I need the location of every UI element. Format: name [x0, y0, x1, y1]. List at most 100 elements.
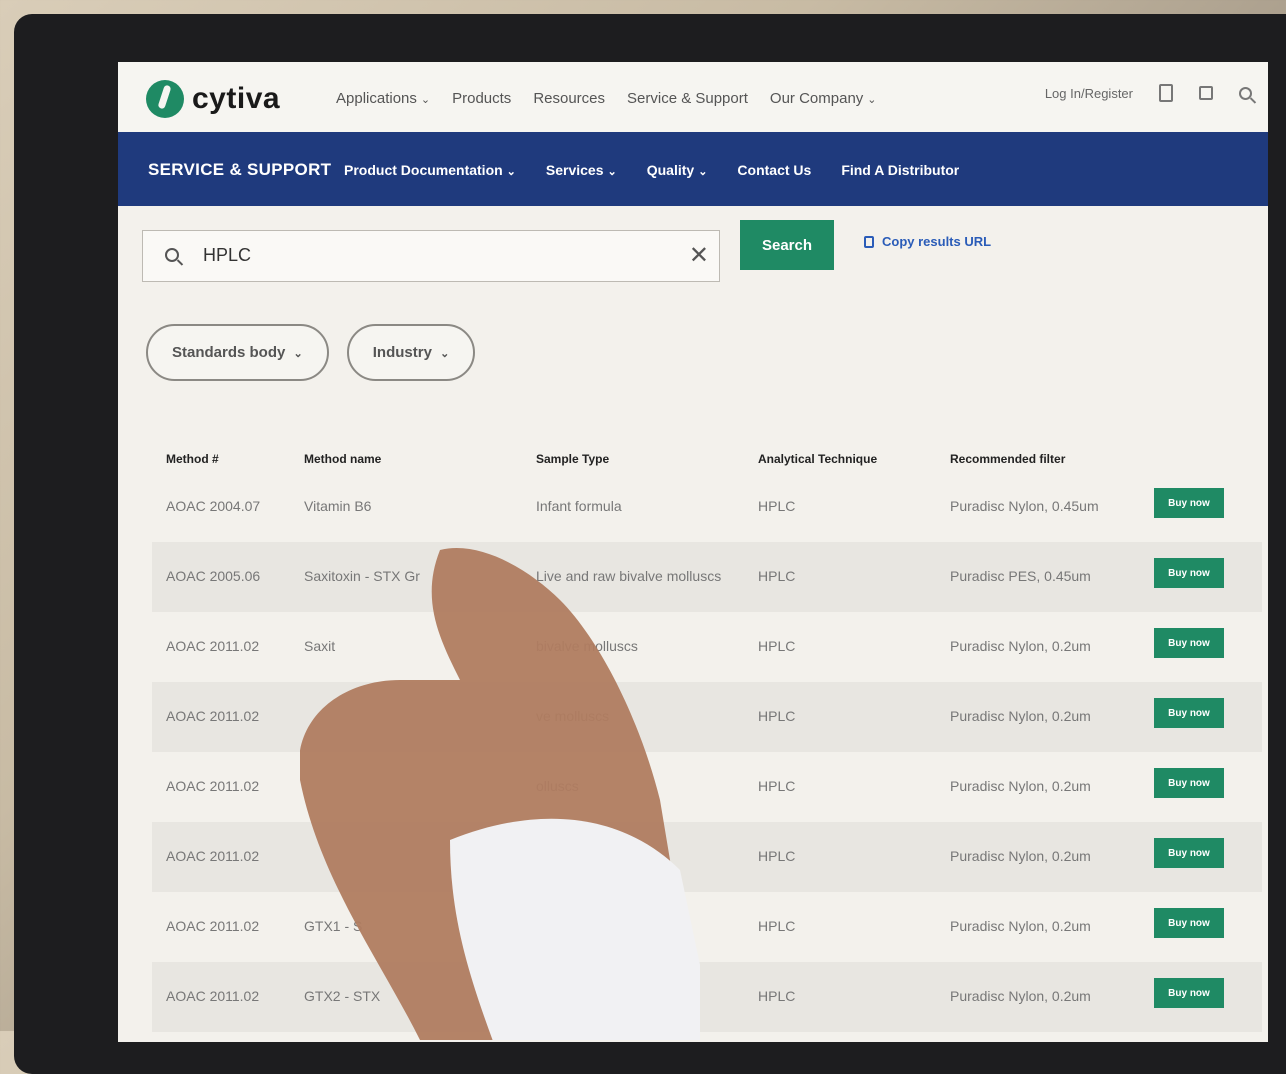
cytiva-logo[interactable]: cytiva [146, 80, 280, 118]
header-recommended-filter: Recommended filter [950, 452, 1066, 466]
service-support-bar: SERVICE & SUPPORT Product Documentation ⌄… [118, 132, 1268, 206]
browser-screen: cytiva Applications ⌄ Products Resources … [118, 62, 1268, 1042]
filter-industry[interactable]: Industry ⌄ [346, 324, 476, 381]
utility-nav: Log In/Register [1045, 84, 1252, 102]
cell-recommended-filter: Puradisc Nylon, 0.45um [950, 498, 1099, 514]
search-value: HPLC [203, 245, 252, 265]
table-row: AOAC 2011.02 olluscs HPLC Puradisc Nylon, 0… [152, 752, 1262, 822]
subnav-contact-us[interactable]: Contact Us [737, 162, 811, 178]
search-row: HPLC ✕ Search Copy results URL [142, 220, 1242, 282]
cell-recommended-filter: Puradisc Nylon, 0.2um [950, 988, 1091, 1004]
cell-sample-type: Infant formula [536, 498, 622, 514]
cell-analytical-technique: HPLC [758, 708, 796, 724]
logo-mark-icon [146, 80, 184, 118]
subnav-find-distributor[interactable]: Find A Distributor [841, 162, 959, 178]
search-button[interactable]: Search [740, 220, 834, 270]
buy-now-button[interactable]: Buy now [1154, 908, 1224, 938]
results-table: Method # Method name Sample Type Analyti… [152, 422, 1262, 1032]
menu-item-service-support[interactable]: Service & Support [627, 90, 748, 107]
logo-text: cytiva [192, 82, 281, 115]
chevron-down-icon: ⌄ [698, 166, 708, 178]
chevron-down-icon: ⌄ [440, 348, 450, 360]
cell-method-number: AOAC 2011.02 [166, 708, 260, 724]
chevron-down-icon: ⌄ [506, 166, 516, 178]
buy-now-button[interactable]: Buy now [1154, 978, 1224, 1008]
cell-sample-type: ve molluscs [536, 708, 610, 724]
cell-recommended-filter: Puradisc Nylon, 0.2um [950, 918, 1091, 934]
cell-sample-type: uscs [536, 848, 565, 864]
copy-icon [864, 235, 874, 248]
buy-now-button[interactable]: Buy now [1154, 838, 1224, 868]
menu-item-our-company[interactable]: Our Company ⌄ [770, 90, 877, 107]
cell-method-number: AOAC 2011.02 [166, 988, 260, 1004]
cell-method-number: AOAC 2011.02 [166, 918, 260, 934]
menu-item-applications[interactable]: Applications ⌄ [336, 90, 430, 107]
bag-icon[interactable] [1199, 86, 1213, 100]
cell-recommended-filter: Puradisc Nylon, 0.2um [950, 638, 1091, 654]
buy-now-button[interactable]: Buy now [1154, 488, 1224, 518]
header-method-number: Method # [166, 452, 219, 466]
cell-analytical-technique: HPLC [758, 918, 796, 934]
search-icon [165, 248, 179, 262]
header-analytical-technique: Analytical Technique [758, 452, 878, 466]
search-icon[interactable] [1239, 86, 1252, 100]
table-row: AOAC 2011.02 GTX1 - S HPLC Puradisc Nylon, … [152, 892, 1262, 962]
header-method-name: Method name [304, 452, 382, 466]
buy-now-button[interactable]: Buy now [1154, 768, 1224, 798]
table-row: AOAC 2004.07 Vitamin B6 Infant formula HPLC… [152, 472, 1262, 542]
cell-method-number: AOAC 2011.02 [166, 848, 260, 864]
cell-sample-type: bivalve molluscs [536, 638, 638, 654]
filter-bar: Standards body ⌄ Industry ⌄ [146, 324, 476, 381]
top-navigation: cytiva Applications ⌄ Products Resources … [118, 62, 1268, 132]
search-input[interactable]: HPLC ✕ [142, 230, 720, 282]
cell-method-name: GTX2 - STX [304, 988, 381, 1004]
cell-recommended-filter: Puradisc Nylon, 0.2um [950, 848, 1091, 864]
subnav-product-documentation[interactable]: Product Documentation ⌄ [344, 162, 516, 178]
subnav-quality[interactable]: Quality ⌄ [647, 162, 708, 178]
buy-now-button[interactable]: Buy now [1154, 558, 1224, 588]
cell-method-number: AOAC 2011.02 [166, 638, 260, 654]
cell-method-number: AOAC 2004.07 [166, 498, 261, 514]
cell-analytical-technique: HPLC [758, 988, 796, 1004]
header-sample-type: Sample Type [536, 452, 610, 466]
table-header: Method # Method name Sample Type Analyti… [152, 422, 1262, 472]
table-row: AOAC 2011.02 uscs HPLC Puradisc Nylon, 0.2u… [152, 822, 1262, 892]
menu-item-resources[interactable]: Resources [533, 90, 605, 107]
cell-method-number: AOAC 2011.02 [166, 778, 260, 794]
buy-now-button[interactable]: Buy now [1154, 698, 1224, 728]
table-row: AOAC 2011.02 ve molluscs HPLC Puradisc Nylo… [152, 682, 1262, 752]
menu-item-products[interactable]: Products [452, 90, 511, 107]
copy-results-url-link[interactable]: Copy results URL [864, 234, 991, 249]
cell-analytical-technique: HPLC [758, 498, 796, 514]
cell-recommended-filter: Puradisc PES, 0.45um [950, 568, 1091, 584]
cell-recommended-filter: Puradisc Nylon, 0.2um [950, 778, 1091, 794]
table-row: AOAC 2005.06 Saxitoxin - STX Gr Live and r… [152, 542, 1262, 612]
table-body: AOAC 2004.07 Vitamin B6 Infant formula HPLC… [152, 472, 1262, 1032]
cell-method-name: GTX1 - S [304, 918, 363, 934]
chevron-down-icon: ⌄ [867, 94, 877, 106]
sub-menu: Product Documentation ⌄ Services ⌄ Quality… [344, 162, 959, 178]
buy-now-button[interactable]: Buy now [1154, 628, 1224, 658]
clear-icon[interactable]: ✕ [689, 241, 709, 270]
chevron-down-icon: ⌄ [420, 94, 431, 106]
chevron-down-icon: ⌄ [607, 166, 617, 178]
cell-method-number: AOAC 2005.06 [166, 568, 261, 584]
chevron-down-icon: ⌄ [293, 348, 303, 360]
table-row: AOAC 2011.02 Saxit bivalve molluscs HPLC Pur… [152, 612, 1262, 682]
main-menu: Applications ⌄ Products Resources Service… [336, 90, 877, 107]
cell-sample-type: olluscs [536, 778, 579, 794]
cell-analytical-technique: HPLC [758, 638, 796, 654]
cell-analytical-technique: HPLC [758, 848, 796, 864]
cell-method-name: Saxitoxin - STX Gr [304, 568, 420, 584]
cell-method-name: Vitamin B6 [304, 498, 372, 514]
subnav-services[interactable]: Services ⌄ [546, 162, 617, 178]
cell-recommended-filter: Puradisc Nylon, 0.2um [950, 708, 1091, 724]
cell-analytical-technique: HPLC [758, 778, 796, 794]
cell-sample-type: Live and raw bivalve molluscs [536, 568, 722, 584]
login-link[interactable]: Log In/Register [1045, 86, 1133, 101]
section-title: SERVICE & SUPPORT [148, 160, 332, 179]
document-icon[interactable] [1159, 84, 1173, 102]
table-row: AOAC 2011.02 GTX2 - STX HPLC Puradisc Nylon… [152, 962, 1262, 1032]
cell-method-name: Saxit [304, 638, 336, 654]
filter-standards-body[interactable]: Standards body ⌄ [146, 324, 329, 381]
